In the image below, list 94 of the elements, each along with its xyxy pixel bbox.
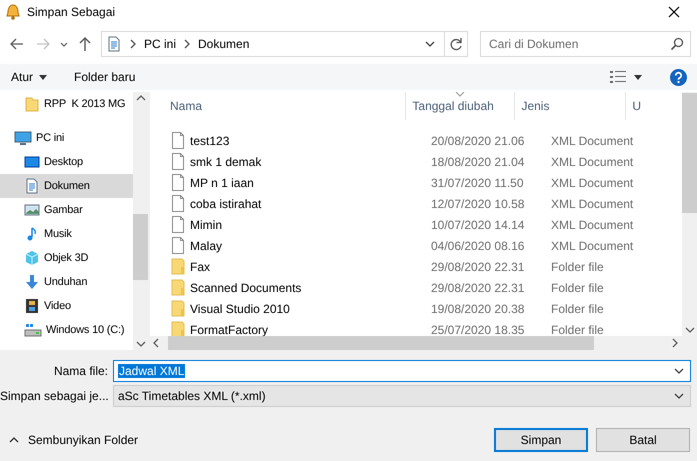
- help-icon[interactable]: [670, 68, 687, 86]
- file-type-dropdown[interactable]: aSc Timetables XML (*.xml): [113, 385, 691, 407]
- column-header[interactable]: Nama: [150, 92, 406, 120]
- column-header[interactable]: Jenis: [515, 92, 626, 120]
- file-name-cell[interactable]: smk 1 demak: [150, 153, 427, 170]
- sidebar-item[interactable]: Unduhan: [0, 270, 133, 294]
- download-arrow-icon: [24, 274, 40, 290]
- file-name-cell[interactable]: Fax: [150, 258, 427, 275]
- folder-icon: [24, 96, 40, 112]
- field-label: Simpan sebagai je...: [0, 389, 110, 403]
- type-cell-text: Folder file: [550, 322, 605, 336]
- file-name-field[interactable]: Jadwal XML: [113, 360, 691, 382]
- caret-down-icon: [39, 74, 48, 80]
- search-field[interactable]: Cari di Dokumen: [480, 31, 691, 57]
- cube-icon: [24, 250, 40, 266]
- sidebar-scrollbar[interactable]: [133, 92, 148, 350]
- desktop-icon: [24, 154, 40, 170]
- sidebar-item[interactable]: Windows 10 (C:): [0, 318, 133, 342]
- column-header[interactable]: U: [626, 92, 682, 120]
- date-cell-text: 12/07/2020 10.58: [430, 196, 526, 210]
- file-name-cell[interactable]: Mimin: [150, 216, 427, 233]
- date-cell-text: 25/07/2020 18.35: [430, 322, 526, 336]
- sidebar-item[interactable]: Dokumen: [0, 174, 133, 198]
- date-cell-text: 04/06/2020 08.16: [430, 238, 526, 252]
- file-list-scrollbar[interactable]: [682, 92, 697, 336]
- document-icon: [106, 36, 122, 52]
- breadcrumb-item[interactable]: Dokumen: [198, 37, 250, 51]
- window-title: Simpan Sebagai: [27, 5, 116, 19]
- view-options-button[interactable]: [610, 71, 642, 83]
- breadcrumb-item[interactable]: PC ini: [144, 37, 176, 51]
- sidebar-item[interactable]: Musik: [0, 222, 133, 246]
- type-cell-text: XML Document: [550, 154, 634, 168]
- file-icon: [171, 132, 185, 149]
- sidebar-item[interactable]: Desktop: [0, 150, 133, 174]
- hide-folders-button[interactable]: Sembunyikan Folder: [8, 433, 138, 447]
- sidebar-item[interactable]: Gambar: [0, 198, 133, 222]
- drive-icon: [24, 322, 42, 338]
- field-label: Nama file:: [52, 364, 109, 378]
- horizontal-scrollbar[interactable]: [150, 336, 697, 350]
- date-cell-text: 29/08/2020 22.31: [430, 280, 526, 294]
- folder-icon: [171, 321, 185, 336]
- date-cell-text: 20/08/2020 21.06: [430, 134, 526, 148]
- file-name-cell[interactable]: Visual Studio 2010: [150, 300, 427, 317]
- forward-arrow-icon: [35, 36, 51, 52]
- cancel-button[interactable]: Batal: [596, 428, 690, 452]
- file-icon: [171, 216, 185, 233]
- type-cell-text: Folder file: [550, 302, 605, 316]
- sidebar-item[interactable]: PC ini: [0, 126, 133, 150]
- search-icon: [670, 37, 684, 51]
- column-header[interactable]: Tanggal diubah: [406, 92, 516, 120]
- date-cell-text: 29/08/2020 22.31: [430, 260, 526, 274]
- file-icon: [171, 237, 185, 254]
- type-cell-text: XML Document: [550, 218, 634, 232]
- document-icon: [24, 178, 40, 194]
- monitor-icon: [14, 130, 32, 146]
- file-name-cell[interactable]: Scanned Documents: [150, 279, 427, 296]
- file-name-cell[interactable]: MP n 1 iaan: [150, 174, 427, 191]
- file-icon: [171, 153, 185, 170]
- file-icon: [171, 195, 185, 212]
- save-button[interactable]: Simpan: [494, 428, 588, 452]
- date-cell-text: 31/07/2020 11.50: [430, 176, 525, 190]
- back-arrow-icon: [9, 36, 25, 52]
- file-icon: [171, 174, 185, 191]
- type-cell-text: XML Document: [550, 238, 634, 252]
- type-cell-text: Folder file: [550, 260, 605, 274]
- file-name-cell[interactable]: coba istirahat: [150, 195, 427, 212]
- type-cell-text: XML Document: [550, 134, 634, 148]
- film-icon: [24, 298, 40, 314]
- sidebar-item[interactable]: RPP K 2013 MG: [0, 92, 133, 116]
- sidebar-item[interactable]: Objek 3D: [0, 246, 133, 270]
- folder-icon: [171, 279, 185, 296]
- refresh-icon: [449, 37, 463, 51]
- file-name-cell[interactable]: Malay: [150, 237, 427, 254]
- close-icon: [668, 6, 680, 18]
- folder-icon: [171, 300, 185, 317]
- new-folder-button[interactable]: Folder baru: [74, 66, 136, 88]
- date-cell-text: 10/07/2020 14.14: [430, 218, 526, 232]
- folder-icon: [171, 258, 185, 275]
- address-bar[interactable]: PC ini Dokumen: [101, 31, 468, 57]
- date-cell-text: 18/08/2020 21.04: [430, 154, 526, 168]
- type-cell-text: XML Document: [550, 196, 634, 210]
- type-cell-text: Folder file: [550, 280, 605, 294]
- date-cell-text: 19/08/2020 20.38: [430, 302, 526, 316]
- details-view-icon: [610, 71, 626, 83]
- picture-icon: [24, 202, 40, 218]
- sidebar-item[interactable]: Video: [0, 294, 133, 318]
- bell-icon: [6, 4, 20, 20]
- file-name-cell[interactable]: test123: [150, 132, 427, 149]
- up-arrow-icon: [77, 36, 93, 52]
- type-cell-text: XML Document: [550, 176, 634, 190]
- organize-menu-button[interactable]: Atur: [11, 66, 48, 88]
- file-name-cell[interactable]: FormatFactory: [150, 321, 427, 336]
- chevron-down-icon: [59, 40, 69, 48]
- caret-down-icon: [634, 74, 642, 80]
